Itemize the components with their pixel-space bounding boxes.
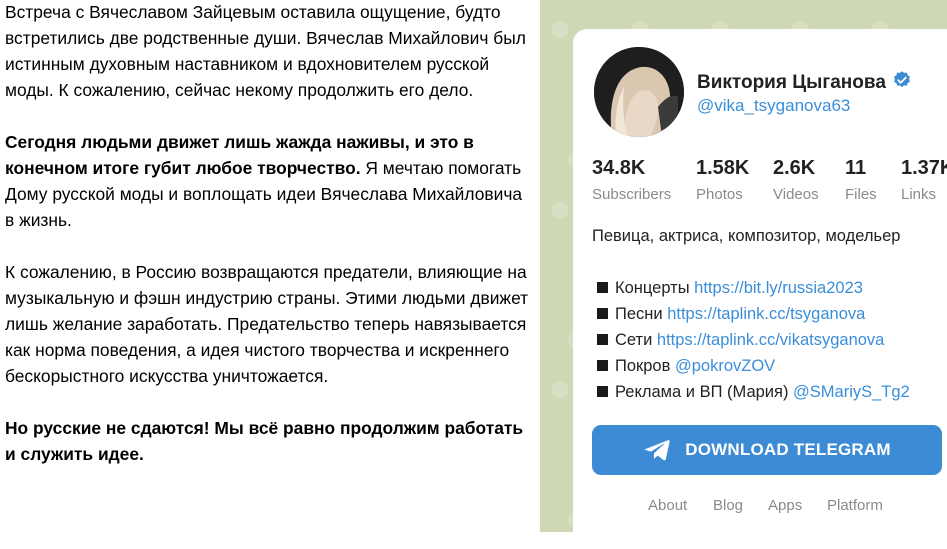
- stat-label: Subscribers: [592, 186, 672, 203]
- stat-subscribers: 34.8K Subscribers: [592, 157, 671, 203]
- download-telegram-label: DOWNLOAD TELEGRAM: [685, 440, 891, 459]
- stat-value: 11: [845, 157, 867, 179]
- footer-link-about[interactable]: About: [648, 497, 687, 514]
- square-bullet-icon: [597, 308, 608, 319]
- square-bullet-icon: [597, 282, 608, 293]
- post-paragraph: Но русские не сдаются! Мы всё равно прод…: [5, 415, 530, 467]
- link-row-networks: Сети https://taplink.cc/vikatsyganova: [597, 330, 910, 356]
- stat-links: 1.37K Links: [901, 157, 947, 203]
- square-bullet-icon: [597, 360, 608, 371]
- square-bullet-icon: [597, 334, 608, 345]
- stat-files: 11 Files: [845, 157, 877, 203]
- concerts-link[interactable]: https://bit.ly/russia2023: [694, 279, 863, 297]
- link-row-label: Сети: [615, 331, 657, 349]
- post-paragraph: Сегодня людьми движет лишь жажда наживы,…: [5, 129, 530, 233]
- channel-username-link[interactable]: @vika_tsyganova63: [697, 96, 850, 116]
- square-bullet-icon: [597, 386, 608, 397]
- footer-link-blog[interactable]: Blog: [713, 497, 743, 514]
- pokrov-link[interactable]: @pokrovZOV: [675, 357, 775, 375]
- stat-label: Photos: [696, 186, 743, 203]
- link-row-label: Реклама и ВП (Мария): [615, 383, 794, 401]
- channel-avatar[interactable]: [594, 47, 684, 137]
- post-paragraph: Встреча с Вячеславом Зайцевым оставила о…: [5, 0, 530, 103]
- footer-link-apps[interactable]: Apps: [768, 497, 802, 514]
- link-row-label: Концерты: [615, 279, 695, 297]
- stat-photos: 1.58K Photos: [696, 157, 749, 203]
- stat-value: 1.37K: [901, 157, 947, 179]
- stat-label: Links: [901, 186, 937, 203]
- link-row-concerts: Концерты https://bit.ly/russia2023: [597, 278, 910, 304]
- post-paragraph-text: Встреча с Вячеславом Зайцевым оставила о…: [5, 2, 526, 100]
- channel-links: Концерты https://bit.ly/russia2023 Песни…: [597, 278, 910, 408]
- stat-value: 34.8K: [592, 157, 646, 179]
- stat-value: 1.58K: [696, 157, 750, 179]
- channel-name-text: Виктория Цыганова: [697, 72, 886, 93]
- stat-value: 2.6K: [773, 157, 816, 179]
- songs-link[interactable]: https://taplink.cc/tsyganova: [667, 305, 865, 323]
- footer-link-platform[interactable]: Platform: [827, 497, 883, 514]
- stat-videos: 2.6K Videos: [773, 157, 819, 203]
- post-paragraph-bold: Но русские не сдаются! Мы всё равно прод…: [5, 418, 524, 464]
- stat-label: Files: [845, 186, 877, 203]
- post-paragraph: К сожалению, в Россию возвращаются преда…: [5, 259, 530, 389]
- post-paragraph-text: К сожалению, в Россию возвращаются преда…: [5, 262, 529, 386]
- verified-badge-icon: [892, 70, 912, 96]
- link-row-label: Покров: [615, 357, 675, 375]
- link-row-songs: Песни https://taplink.cc/tsyganova: [597, 304, 910, 330]
- download-telegram-button[interactable]: DOWNLOAD TELEGRAM: [592, 425, 942, 475]
- channel-description: Певица, актриса, композитор, модельер: [592, 227, 901, 245]
- channel-name: Виктория Цыганова: [697, 70, 912, 96]
- post-text: Встреча с Вячеславом Зайцевым оставила о…: [0, 0, 540, 532]
- stat-label: Videos: [773, 186, 819, 203]
- link-row-ads: Реклама и ВП (Мария) @SMariyS_Tg2: [597, 382, 910, 408]
- link-row-pokrov: Покров @pokrovZOV: [597, 356, 910, 382]
- telegram-plane-icon: [644, 440, 670, 461]
- networks-link[interactable]: https://taplink.cc/vikatsyganova: [657, 331, 884, 349]
- link-row-label: Песни: [615, 305, 668, 323]
- ads-link[interactable]: @SMariyS_Tg2: [793, 383, 910, 401]
